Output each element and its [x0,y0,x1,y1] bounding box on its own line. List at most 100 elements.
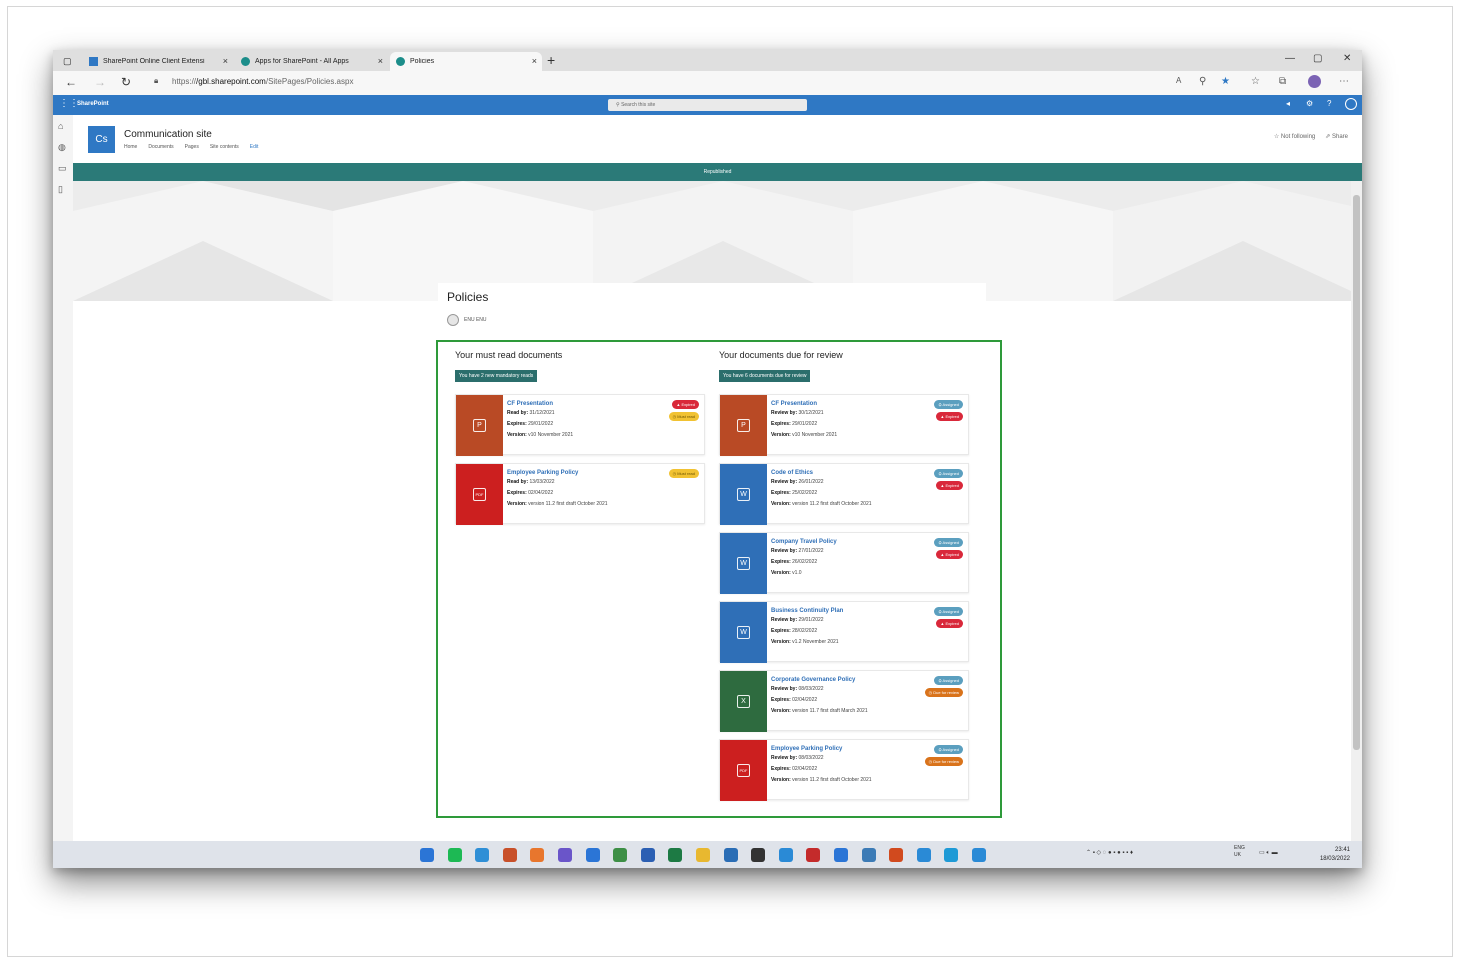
due-date-label: Read by: [507,479,529,485]
taskbar-app-icon[interactable] [585,848,600,862]
document-title-link[interactable]: CF Presentation [507,401,553,407]
version-label: Version: [771,777,791,783]
taskbar-app-icon[interactable] [806,848,821,862]
sharepoint-brand[interactable]: SharePoint [77,101,109,107]
status-badge: ▲ Expired [672,400,699,409]
notifications-icon[interactable]: ◂ [1286,99,1290,108]
close-icon[interactable]: × [223,56,228,66]
taskbar-app-icon[interactable] [502,848,517,862]
home-icon[interactable]: ⌂ [58,121,63,131]
taskbar-app-icon[interactable] [972,848,986,862]
share-button[interactable]: ⇗ Share [1325,133,1348,140]
refresh-icon[interactable]: ↻ [121,75,131,89]
due-date-value: 27/01/2022 [798,548,824,554]
word-file-icon: W [737,626,750,639]
must-read-card[interactable]: P CF Presentation Read by: 31/12/2021 Expir… [455,394,705,456]
document-title-link[interactable]: Business Continuity Plan [771,608,843,614]
site-title[interactable]: Communication site [124,129,212,140]
nav-home[interactable]: Home [124,144,137,150]
must-read-heading: Your must read documents [455,350,563,360]
tab-apps-for-sharepoint[interactable]: Apps for SharePoint - All Apps × [235,52,388,71]
system-tray-icons[interactable]: ⌃ ▪ ◇ ◌ ● ▪ ● ▪ ▪ ♦ [1086,849,1133,856]
more-icon[interactable]: ⋯ [1339,76,1349,87]
taskbar-app-icon[interactable] [613,848,628,862]
must-read-card[interactable]: PDF Employee Parking Policy Read by: 13/03… [455,463,705,525]
page-scrollbar[interactable] [1351,181,1362,841]
document-title-link[interactable]: Employee Parking Policy [771,746,842,752]
author-name[interactable]: ENU ENU [464,317,487,323]
tab-actions-icon[interactable]: ▢ [57,52,77,71]
restore-icon[interactable]: ▢ [1313,53,1322,64]
review-card[interactable]: X Corporate Governance Policy Review by: 0… [719,670,969,732]
status-badge: ⛭ Assigned [934,607,963,616]
taskbar-app-icon[interactable] [640,848,655,862]
close-window-icon[interactable]: ✕ [1343,53,1351,64]
new-tab-button[interactable]: + [547,52,555,68]
review-card[interactable]: W Code of Ethics Review by: 26/01/2022 Expi… [719,463,969,525]
document-title-link[interactable]: Code of Ethics [771,470,813,476]
news-icon[interactable]: ▭ [58,163,67,174]
nav-documents[interactable]: Documents [148,144,173,150]
favorites-icon[interactable]: ☆ [1251,76,1260,87]
nav-edit[interactable]: Edit [250,144,259,150]
app-launcher-icon[interactable]: ⋮⋮ [59,98,79,109]
review-card[interactable]: PDF Employee Parking Policy Review by: 08/… [719,739,969,801]
follow-button[interactable]: ☆ Not following [1274,133,1315,140]
search-input[interactable]: ⚲ Search this site [608,99,807,111]
document-icon[interactable]: ▯ [58,184,63,195]
review-card[interactable]: W Business Continuity Plan Review by: 29/0… [719,601,969,663]
document-title-link[interactable]: CF Presentation [771,401,817,407]
taskbar-app-icon[interactable] [723,848,738,862]
scrollbar-thumb[interactable] [1353,195,1360,750]
profile-avatar[interactable] [1308,75,1321,88]
expires-line: Expires: 02/04/2022 [507,490,553,496]
document-title-link[interactable]: Company Travel Policy [771,539,837,545]
minimize-icon[interactable]: — [1285,53,1295,64]
status-badge: ▲ Expired [936,550,963,559]
taskbar-app-icon[interactable] [668,848,683,862]
account-icon[interactable] [1345,98,1357,110]
taskbar-app-icon[interactable] [751,848,766,862]
back-icon[interactable]: ← [65,75,77,89]
status-badge-label: Assigned [942,747,959,752]
version-line: Version: version 11.7 first draft March … [771,708,868,714]
review-card[interactable]: P CF Presentation Review by: 30/12/2021 Exp… [719,394,969,456]
tab-sharepoint-extensions[interactable]: SharePoint Online Client Extensi × [83,52,233,71]
status-badge: ◷ Must read [668,412,699,421]
zoom-icon[interactable]: ⚲ [1199,76,1206,87]
taskbar-app-icon[interactable] [834,848,848,862]
taskbar-app-icon[interactable] [944,848,959,862]
tab-policies[interactable]: Policies × [390,52,542,71]
document-title-link[interactable]: Employee Parking Policy [507,470,578,476]
taskbar-app-icon[interactable] [916,848,931,862]
review-card[interactable]: W Company Travel Policy Review by: 27/01/2… [719,532,969,594]
url-field[interactable]: https:///gbl.sharepoint.com/SitePages/Po… [172,77,353,86]
read-aloud-icon[interactable]: A [1176,76,1181,85]
volume-icon[interactable]: ▭ 🔈︎ ▬ [1259,849,1278,857]
taskbar-clock[interactable]: 23:41 18/03/2022 [1320,846,1350,864]
status-badge: ⛭ Assigned [934,538,963,547]
close-icon[interactable]: × [532,56,537,66]
taskbar-app-icon[interactable] [558,848,572,862]
language-indicator[interactable]: ENG UK [1234,845,1245,859]
help-icon[interactable]: ? [1327,99,1331,108]
collections-icon[interactable]: ⧉ [1279,76,1286,87]
nav-pages[interactable]: Pages [185,144,199,150]
nav-site-contents[interactable]: Site contents [210,144,239,150]
taskbar-app-icon[interactable] [475,848,490,862]
favorite-star-icon[interactable]: ★ [1221,76,1230,87]
taskbar-app-icon[interactable] [778,848,793,862]
taskbar-app-icon[interactable] [447,848,462,862]
globe-icon[interactable]: ◍ [58,142,66,153]
document-title-link[interactable]: Corporate Governance Policy [771,677,855,683]
taskbar-app-icon[interactable] [861,848,876,862]
site-logo[interactable]: Cs [88,126,115,153]
taskbar-app-icon[interactable] [420,848,434,862]
settings-icon[interactable]: ⚙ [1306,99,1313,108]
forward-icon[interactable]: → [94,75,106,89]
close-icon[interactable]: × [378,56,383,66]
taskbar-app-icon[interactable] [696,848,710,862]
avatar [447,314,459,326]
taskbar-app-icon[interactable] [530,848,545,862]
taskbar-app-icon[interactable] [889,848,904,862]
